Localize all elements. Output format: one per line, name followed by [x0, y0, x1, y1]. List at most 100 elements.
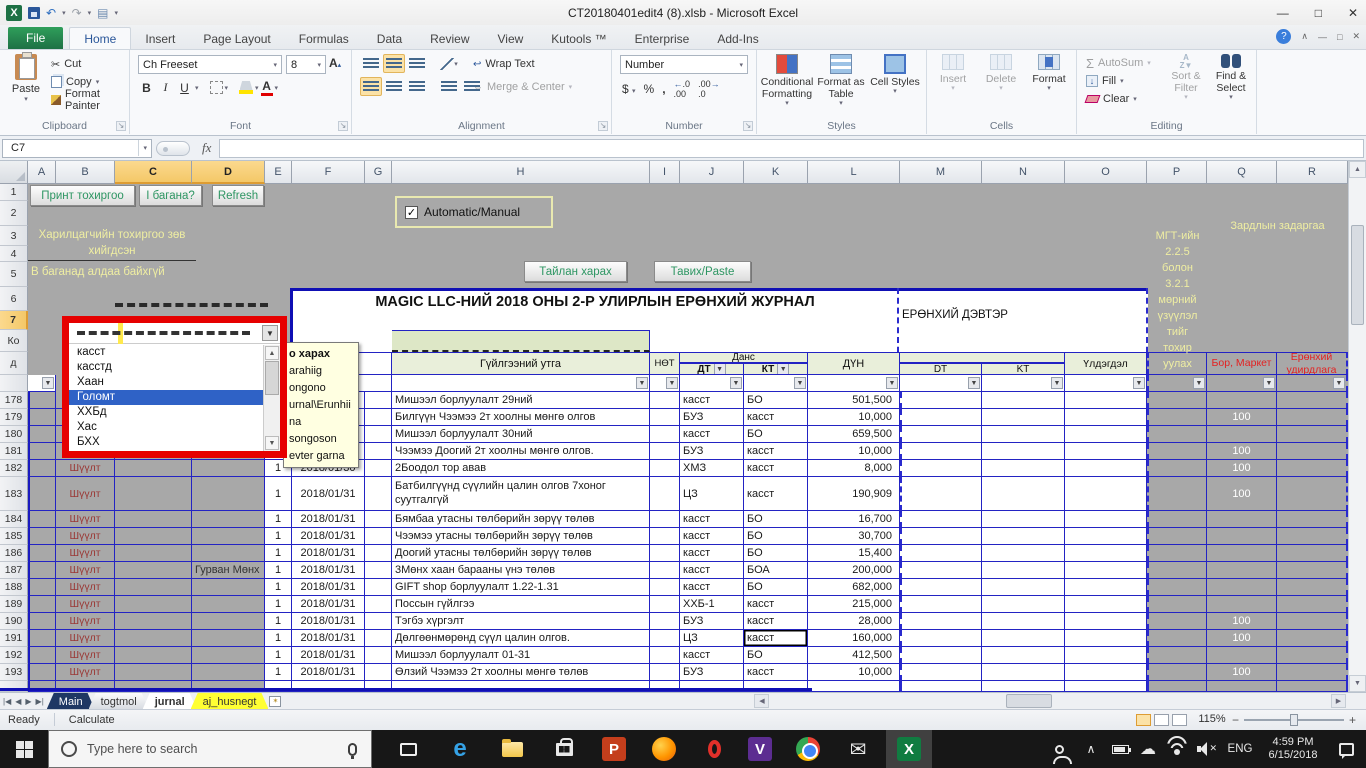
- vertical-scrollbar[interactable]: ▲ ▼: [1348, 161, 1366, 692]
- header-balance[interactable]: Үлдэгдэл: [1065, 352, 1147, 375]
- cell-g[interactable]: [365, 562, 392, 579]
- cell-n[interactable]: [982, 647, 1065, 664]
- formula-bar-grip[interactable]: [156, 141, 190, 156]
- cell-o[interactable]: [1065, 647, 1147, 664]
- cell-m[interactable]: [900, 613, 982, 630]
- start-button[interactable]: [0, 730, 48, 768]
- onedrive-icon[interactable]: ☁: [1134, 730, 1162, 768]
- cell-a[interactable]: [28, 392, 56, 409]
- wifi-icon[interactable]: [1162, 730, 1192, 768]
- cell-m[interactable]: [900, 579, 982, 596]
- cell-g[interactable]: [365, 613, 392, 630]
- cell-o[interactable]: [1065, 392, 1147, 409]
- cell-dt[interactable]: ХМЗ: [680, 460, 744, 477]
- cell-dt[interactable]: касст: [680, 426, 744, 443]
- cell-amt[interactable]: 200,000: [808, 562, 900, 579]
- cell-desc[interactable]: Өлзий Чээмээ 2т хоолны мөнгө төлөв: [392, 664, 650, 681]
- cell-o[interactable]: [1065, 511, 1147, 528]
- filter-icon[interactable]: ▼: [1193, 377, 1205, 389]
- bold-button[interactable]: B: [138, 78, 155, 97]
- underline-dropdown-icon[interactable]: ▾: [195, 84, 199, 92]
- header-bor-market[interactable]: Бор, Маркет: [1207, 352, 1277, 375]
- zoom-level[interactable]: 115%: [1194, 713, 1230, 725]
- ribbon-tab-add-ins[interactable]: Add-Ins: [703, 28, 772, 49]
- cell-m[interactable]: [900, 647, 982, 664]
- cell-b[interactable]: Шүүлт: [56, 579, 115, 596]
- filter-icon[interactable]: ▼: [886, 377, 898, 389]
- zoom-slider-thumb[interactable]: [1290, 714, 1298, 726]
- cell-m[interactable]: [900, 528, 982, 545]
- cell-p[interactable]: [1147, 443, 1207, 460]
- cell-date[interactable]: 2018/01/31: [292, 562, 365, 579]
- cell-c[interactable]: [115, 647, 192, 664]
- cell-a[interactable]: [28, 579, 56, 596]
- cell-g[interactable]: [365, 596, 392, 613]
- paste-button[interactable]: Paste▾: [6, 54, 46, 116]
- row-header[interactable]: Ко: [0, 330, 28, 352]
- cell-d[interactable]: [192, 477, 265, 511]
- cell-kt[interactable]: БОА: [744, 562, 808, 579]
- cell-b[interactable]: Шүүлт: [56, 664, 115, 681]
- dropdown-item[interactable]: касстд: [69, 360, 263, 375]
- cell-n[interactable]: [982, 426, 1065, 443]
- paste-values-button[interactable]: Тавих/Paste: [654, 261, 751, 282]
- taskbar-search[interactable]: Type here to search: [48, 730, 372, 768]
- zoom-slider[interactable]: − +: [1232, 713, 1356, 727]
- column-header-N[interactable]: N: [982, 161, 1065, 184]
- cell-o[interactable]: [1065, 664, 1147, 681]
- scroll-thumb[interactable]: [1006, 694, 1052, 708]
- cell-n[interactable]: [982, 477, 1065, 511]
- row-header[interactable]: 181: [0, 443, 28, 460]
- cell-r[interactable]: [1277, 443, 1348, 460]
- cell-r[interactable]: [1277, 392, 1348, 409]
- row-header[interactable]: 186: [0, 545, 28, 562]
- cell-nt[interactable]: [650, 579, 680, 596]
- zoom-out-icon[interactable]: −: [1232, 713, 1239, 727]
- cell-desc[interactable]: Билгүүн Чээмээ 2т хоолны мөнгө олгов: [392, 409, 650, 426]
- excel-taskbar-button[interactable]: X: [886, 730, 932, 768]
- row-header[interactable]: 192: [0, 647, 28, 664]
- microphone-icon[interactable]: [348, 743, 357, 756]
- scroll-down-icon[interactable]: ▼: [1349, 675, 1366, 692]
- cell-g[interactable]: [365, 443, 392, 460]
- volume-muted-icon[interactable]: ✕: [1192, 730, 1222, 768]
- cell-kt[interactable]: БО: [744, 426, 808, 443]
- cell-g[interactable]: [365, 477, 392, 511]
- cell-no[interactable]: 1: [265, 528, 292, 545]
- cell-m[interactable]: [900, 460, 982, 477]
- cell-o[interactable]: [1065, 477, 1147, 511]
- cell-nt[interactable]: [650, 426, 680, 443]
- store-button[interactable]: [544, 730, 584, 768]
- cell-m[interactable]: [900, 562, 982, 579]
- row-header[interactable]: [0, 375, 28, 392]
- cell-nt[interactable]: [650, 477, 680, 511]
- filter-icon[interactable]: ▼: [730, 377, 742, 389]
- find-select-button[interactable]: Find & Select▾: [1209, 54, 1253, 120]
- dropdown-item[interactable]: Хаан: [69, 375, 263, 390]
- cell-amt[interactable]: 10,000: [808, 443, 900, 460]
- cell-kt[interactable]: касст: [744, 409, 808, 426]
- cell-n[interactable]: [982, 579, 1065, 596]
- dropdown-item[interactable]: БХХ: [69, 435, 263, 450]
- cell-r[interactable]: [1277, 579, 1348, 596]
- cell-dt[interactable]: касст: [680, 562, 744, 579]
- cell-kt[interactable]: касст: [744, 443, 808, 460]
- cell-a[interactable]: [28, 460, 56, 477]
- ribbon-tab-enterprise[interactable]: Enterprise: [621, 28, 704, 49]
- file-explorer-button[interactable]: [492, 730, 532, 768]
- sheet-tab-main[interactable]: Main: [47, 693, 95, 709]
- cell-o[interactable]: [1065, 460, 1147, 477]
- cell-date[interactable]: 2018/01/31: [292, 477, 365, 511]
- cell-d[interactable]: [192, 511, 265, 528]
- row-header[interactable]: 183: [0, 477, 28, 511]
- scroll-thumb[interactable]: [265, 361, 279, 395]
- cell-g[interactable]: [365, 528, 392, 545]
- cell-m[interactable]: [900, 477, 982, 511]
- row-header[interactable]: д: [0, 352, 28, 375]
- column-header-L[interactable]: L: [808, 161, 900, 184]
- column-header-H[interactable]: H: [392, 161, 650, 184]
- page-break-view-icon[interactable]: [1172, 714, 1187, 726]
- cell-desc[interactable]: Тэгбэ хүргэлт: [392, 613, 650, 630]
- ribbon-tab-insert[interactable]: Insert: [131, 28, 189, 49]
- ribbon-tab-view[interactable]: View: [484, 28, 538, 49]
